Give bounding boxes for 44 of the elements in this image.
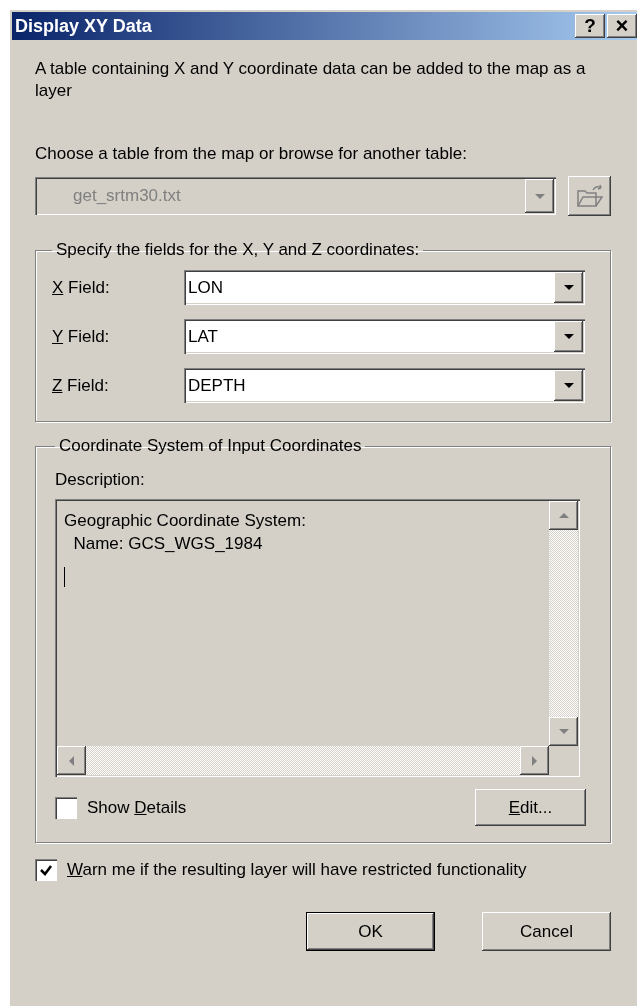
description-label: Description: [55,470,145,489]
up-arrow-icon [558,513,569,518]
checkbox-label: Show Details [87,797,187,818]
field-label: Z Field: [52,375,110,396]
field-label: X Field: [52,277,111,298]
help-button[interactable]: ? [575,14,605,38]
checkbox[interactable] [35,859,57,881]
edit-button[interactable]: Edit... [475,789,586,826]
scroll-left-button[interactable] [57,746,86,775]
cancel-button[interactable]: Cancel [482,912,611,951]
caret-icon [534,193,545,199]
text-cursor [64,567,65,587]
horizontal-scrollbar[interactable] [57,746,549,775]
group-title: Specify the fields for the X, Y and Z coordinates: [55,240,421,260]
intro-text: A table containing X and Y coordinate data can be added to the map as a layer [35,58,587,102]
scroll-right-button[interactable] [520,746,549,775]
dropdown-button[interactable] [554,321,583,352]
field-label: Y Field: [52,326,111,347]
checkbox[interactable] [55,796,77,819]
caret-icon [563,383,574,388]
ok-button[interactable]: OK [306,912,435,951]
dropdown-button[interactable] [554,370,583,401]
description-line: Geographic Coordinate System: [64,510,306,532]
down-arrow-icon [558,729,569,734]
field-combobox[interactable]: LAT [184,319,585,354]
right-arrow-icon [532,755,537,766]
checkbox-label: Warn me if the resulting layer will have restricted functionality [67,860,527,880]
dropdown-button[interactable] [554,272,583,303]
caret-icon [563,285,574,290]
caret-icon [563,334,574,339]
folder-icon [575,184,604,208]
description-line: Name: GCS_WGS_1984 [72,533,263,555]
scroll-up-button[interactable] [549,501,578,530]
vertical-scrollbar[interactable] [549,501,578,746]
close-button[interactable]: × [607,14,637,38]
field-combobox[interactable]: LON [184,270,585,305]
scroll-down-button[interactable] [549,717,578,746]
table-prompt: Choose a table from the map or browse for another table: [35,144,468,164]
window-title: Display XY Data [15,15,152,37]
left-arrow-icon [69,755,74,766]
group-title: Coordinate System of Input Coordinates [58,436,363,456]
browse-button[interactable] [568,176,611,216]
field-combobox[interactable]: DEPTH [184,368,585,403]
checkmark-icon [40,864,52,876]
